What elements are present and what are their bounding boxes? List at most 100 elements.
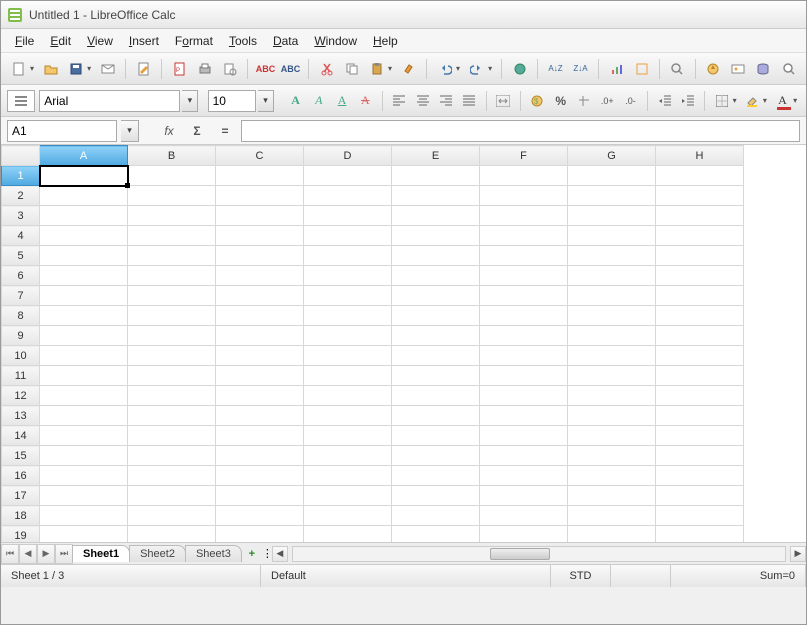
currency-button[interactable]: $ (527, 89, 548, 113)
column-header-F[interactable]: F (480, 146, 568, 166)
row-header-16[interactable]: 16 (2, 466, 40, 486)
cell-B7[interactable] (128, 286, 216, 306)
cell-H10[interactable] (656, 346, 744, 366)
row-header-8[interactable]: 8 (2, 306, 40, 326)
copy-button[interactable] (340, 57, 363, 81)
row-header-15[interactable]: 15 (2, 446, 40, 466)
email-button[interactable] (96, 57, 119, 81)
zoom-button[interactable] (777, 57, 800, 81)
cell-D2[interactable] (304, 186, 392, 206)
status-page-style[interactable]: Default (261, 565, 551, 587)
cell-D6[interactable] (304, 266, 392, 286)
cell-F1[interactable] (480, 166, 568, 186)
row-header-17[interactable]: 17 (2, 486, 40, 506)
align-left-button[interactable] (389, 89, 410, 113)
align-right-button[interactable] (435, 89, 456, 113)
cell-D1[interactable] (304, 166, 392, 186)
menu-help[interactable]: Help (365, 31, 406, 51)
cell-B19[interactable] (128, 526, 216, 544)
style-list-button[interactable] (7, 90, 35, 112)
paste-dropdown[interactable]: ▾ (388, 64, 395, 73)
cell-C3[interactable] (216, 206, 304, 226)
cell-G5[interactable] (568, 246, 656, 266)
auto-spellcheck-button[interactable]: ABC (279, 57, 302, 81)
hscroll-left-button[interactable]: ◀ (272, 546, 288, 562)
cell-H5[interactable] (656, 246, 744, 266)
column-header-A[interactable]: A (40, 146, 128, 166)
cell-C1[interactable] (216, 166, 304, 186)
cell-A8[interactable] (40, 306, 128, 326)
cell-B10[interactable] (128, 346, 216, 366)
tab-next-button[interactable]: ▶ (37, 544, 55, 564)
font-color-button[interactable]: A (772, 89, 793, 113)
sort-desc-button[interactable]: Z↓A (569, 57, 592, 81)
sheet-tab-sheet1[interactable]: Sheet1 (72, 545, 130, 562)
cell-G12[interactable] (568, 386, 656, 406)
sheet-tab-sheet2[interactable]: Sheet2 (129, 545, 186, 562)
row-header-1[interactable]: 1 (2, 166, 40, 186)
cell-A16[interactable] (40, 466, 128, 486)
cell-C19[interactable] (216, 526, 304, 544)
cell-C16[interactable] (216, 466, 304, 486)
cell-F15[interactable] (480, 446, 568, 466)
increase-indent-button[interactable] (677, 89, 698, 113)
column-header-C[interactable]: C (216, 146, 304, 166)
sort-asc-button[interactable]: A↓Z (544, 57, 567, 81)
row-header-2[interactable]: 2 (2, 186, 40, 206)
cell-H13[interactable] (656, 406, 744, 426)
cell-D14[interactable] (304, 426, 392, 446)
cell-C8[interactable] (216, 306, 304, 326)
borders-button[interactable] (711, 89, 732, 113)
font-name-input[interactable] (44, 94, 175, 108)
menu-window[interactable]: Window (306, 31, 365, 51)
cell-B2[interactable] (128, 186, 216, 206)
cell-F19[interactable] (480, 526, 568, 544)
row-header-18[interactable]: 18 (2, 506, 40, 526)
formula-input[interactable] (246, 123, 795, 137)
cell-H6[interactable] (656, 266, 744, 286)
column-header-B[interactable]: B (128, 146, 216, 166)
cell-C14[interactable] (216, 426, 304, 446)
bold-button[interactable]: A (285, 89, 306, 113)
datasources-button[interactable] (752, 57, 775, 81)
cell-F6[interactable] (480, 266, 568, 286)
cell-B17[interactable] (128, 486, 216, 506)
cell-H12[interactable] (656, 386, 744, 406)
cell-A12[interactable] (40, 386, 128, 406)
cell-reference-input[interactable] (12, 124, 112, 138)
cell-G19[interactable] (568, 526, 656, 544)
cell-C12[interactable] (216, 386, 304, 406)
row-header-10[interactable]: 10 (2, 346, 40, 366)
select-all-corner[interactable] (2, 146, 40, 166)
row-header-12[interactable]: 12 (2, 386, 40, 406)
cell-G16[interactable] (568, 466, 656, 486)
paste-button[interactable] (365, 57, 388, 81)
cell-C17[interactable] (216, 486, 304, 506)
cell-F17[interactable] (480, 486, 568, 506)
tab-first-button[interactable]: ⏮ (1, 544, 19, 564)
cell-A10[interactable] (40, 346, 128, 366)
horizontal-scrollbar[interactable] (292, 546, 786, 562)
menu-data[interactable]: Data (265, 31, 306, 51)
cell-E8[interactable] (392, 306, 480, 326)
italic-button[interactable]: A (308, 89, 329, 113)
cell-B14[interactable] (128, 426, 216, 446)
borders-dropdown[interactable]: ▾ (733, 96, 740, 105)
font-name-dropdown[interactable]: ▾ (182, 90, 198, 112)
cell-E18[interactable] (392, 506, 480, 526)
cell-B5[interactable] (128, 246, 216, 266)
font-name-combo[interactable] (39, 90, 180, 112)
menu-insert[interactable]: Insert (121, 31, 167, 51)
percent-button[interactable]: % (550, 89, 571, 113)
cell-D8[interactable] (304, 306, 392, 326)
chart-button[interactable] (605, 57, 628, 81)
print-preview-button[interactable] (218, 57, 241, 81)
cell-D15[interactable] (304, 446, 392, 466)
cell-F3[interactable] (480, 206, 568, 226)
align-justify-button[interactable] (459, 89, 480, 113)
cell-H14[interactable] (656, 426, 744, 446)
menu-format[interactable]: Format (167, 31, 221, 51)
cell-A1[interactable] (40, 166, 128, 186)
undo-dropdown[interactable]: ▾ (456, 64, 463, 73)
cell-D5[interactable] (304, 246, 392, 266)
